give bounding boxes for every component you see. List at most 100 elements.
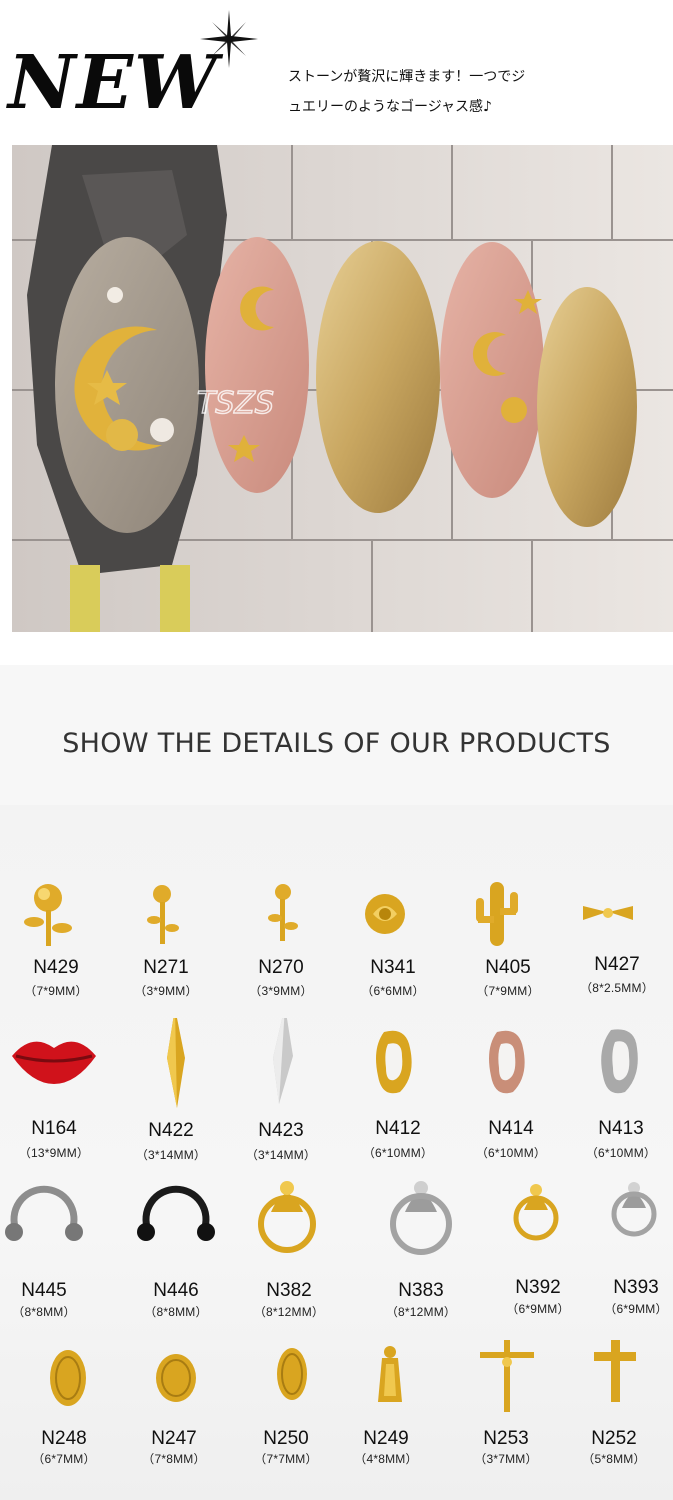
product-size: （6*10MM） xyxy=(475,1146,547,1160)
product-size: （8*2.5MM） xyxy=(580,981,654,995)
product-code: N445 xyxy=(21,1280,67,1301)
product-card-n423: N423 （3*14MM） xyxy=(225,1018,337,1168)
product-size: （6*9MM） xyxy=(604,1302,668,1316)
product-code: N405 xyxy=(485,957,531,978)
product-card-n412: N412 （6*10MM） xyxy=(342,1018,454,1168)
product-size: （8*12MM） xyxy=(253,1305,325,1319)
medal-icon xyxy=(156,1354,196,1402)
product-code: N413 xyxy=(598,1118,644,1139)
product-card-n164: N164 （13*9MM） xyxy=(0,1018,110,1168)
product-code: N247 xyxy=(151,1428,197,1449)
product-card-n393: N393 （6*9MM） xyxy=(580,1170,673,1320)
product-card-n422: N422 （3*14MM） xyxy=(115,1018,227,1168)
door-knocker-icon xyxy=(611,1182,657,1237)
product-card-n405: N405 （7*9MM） xyxy=(452,870,564,1020)
rose-head-icon xyxy=(365,894,405,934)
product-code: N392 xyxy=(515,1277,561,1298)
spike-icon xyxy=(273,1018,293,1104)
product-size: （3*14MM） xyxy=(245,1148,317,1162)
product-card-n445: N445 （8*8MM） xyxy=(0,1170,100,1320)
svg-text:TSZS: TSZS xyxy=(197,386,274,421)
product-code: N248 xyxy=(41,1428,87,1449)
product-code: N253 xyxy=(483,1428,529,1449)
horseshoe-ring-icon xyxy=(5,1185,83,1241)
lips-icon xyxy=(12,1041,96,1084)
product-code: N429 xyxy=(33,957,79,978)
product-code: N423 xyxy=(258,1120,304,1141)
product-size: （8*8MM） xyxy=(12,1305,76,1319)
product-code: N270 xyxy=(258,957,304,978)
product-size: （13*9MM） xyxy=(18,1146,90,1160)
virgin-mary-icon xyxy=(378,1346,402,1402)
product-card-n252: N252 （5*8MM） xyxy=(558,1340,670,1490)
product-card-n446: N446 （8*8MM） xyxy=(120,1170,232,1320)
product-card-n270: N270 （3*9MM） xyxy=(225,870,337,1020)
rose-charm-icon xyxy=(268,884,298,941)
product-code: N393 xyxy=(613,1277,659,1298)
product-card-n253: N253 （3*7MM） xyxy=(450,1340,562,1490)
product-code: N412 xyxy=(375,1118,421,1139)
product-size: （5*8MM） xyxy=(582,1452,646,1466)
crucifix-icon xyxy=(480,1340,534,1412)
product-card-n413: N413 （6*10MM） xyxy=(565,1018,673,1168)
hero-header: NEW ストーンが贅沢に輝きます！一つでジ ュエリーのようなゴージャス感♪ xyxy=(0,0,673,145)
nail-art-photo: TSZS xyxy=(12,145,673,632)
product-size: （7*9MM） xyxy=(24,984,88,998)
product-card-n248: N248 （6*7MM） xyxy=(8,1340,120,1490)
product-code: N427 xyxy=(594,954,640,975)
product-size: （6*9MM） xyxy=(506,1302,570,1316)
new-heading: NEW xyxy=(8,40,219,126)
product-size: （3*14MM） xyxy=(135,1148,207,1162)
product-code: N383 xyxy=(398,1280,444,1301)
product-card-n250: N250 （7*7MM） xyxy=(230,1340,342,1490)
product-card-n341: N341 （6*6MM） xyxy=(337,870,449,1020)
door-knocker-icon xyxy=(390,1181,452,1255)
details-title: SHOW THE DETAILS OF OUR PRODUCTS xyxy=(62,728,611,759)
hoop-icon xyxy=(601,1029,638,1094)
product-size: （3*9MM） xyxy=(249,984,313,998)
product-size: （3*9MM） xyxy=(134,984,198,998)
door-knocker-icon xyxy=(258,1181,316,1253)
product-card-n382: N382 （8*12MM） xyxy=(233,1170,345,1320)
product-card-n427: N427 （8*2.5MM） xyxy=(561,870,673,1020)
cactus-icon xyxy=(476,882,518,946)
product-code: N250 xyxy=(263,1428,309,1449)
product-card-n271: N271 （3*9MM） xyxy=(110,870,222,1020)
product-card-n247: N247 （7*8MM） xyxy=(118,1340,230,1490)
product-size: （6*6MM） xyxy=(361,984,425,998)
sparkle-icon xyxy=(200,10,258,68)
product-code: N382 xyxy=(266,1280,312,1301)
product-code: N414 xyxy=(488,1118,534,1139)
product-card-n392: N392 （6*9MM） xyxy=(482,1170,594,1320)
product-size: （6*7MM） xyxy=(32,1452,96,1466)
tagline-line-1: ストーンが贅沢に輝きます！一つでジ xyxy=(288,69,526,85)
product-code: N446 xyxy=(153,1280,199,1301)
product-size: （6*10MM） xyxy=(585,1146,657,1160)
product-size: （7*8MM） xyxy=(142,1452,206,1466)
product-card-n383: N383 （8*12MM） xyxy=(365,1170,477,1320)
product-size: （6*10MM） xyxy=(362,1146,434,1160)
door-knocker-icon xyxy=(513,1184,559,1241)
product-card-n249: N249 （4*8MM） xyxy=(330,1340,442,1490)
product-code: N249 xyxy=(363,1428,409,1449)
product-code: N422 xyxy=(148,1120,194,1141)
spike-icon xyxy=(167,1018,185,1108)
medal-icon xyxy=(277,1348,307,1400)
hoop-icon xyxy=(376,1030,412,1094)
product-size: （3*7MM） xyxy=(474,1452,538,1466)
cross-icon xyxy=(594,1340,636,1402)
rose-charm-icon xyxy=(24,884,72,946)
hoop-icon xyxy=(489,1030,525,1094)
horseshoe-ring-icon xyxy=(137,1185,215,1241)
product-size: （8*12MM） xyxy=(385,1305,457,1319)
product-code: N164 xyxy=(31,1118,77,1139)
product-code: N341 xyxy=(370,957,416,978)
product-size: （8*8MM） xyxy=(144,1305,208,1319)
product-card-n414: N414 （6*10MM） xyxy=(455,1018,567,1168)
product-size: （4*8MM） xyxy=(354,1452,418,1466)
product-code: N271 xyxy=(143,957,189,978)
product-size: （7*7MM） xyxy=(254,1452,318,1466)
product-code: N252 xyxy=(591,1428,637,1449)
tagline-line-2: ュエリーのようなゴージャス感♪ xyxy=(288,99,492,115)
medal-icon xyxy=(50,1350,86,1406)
